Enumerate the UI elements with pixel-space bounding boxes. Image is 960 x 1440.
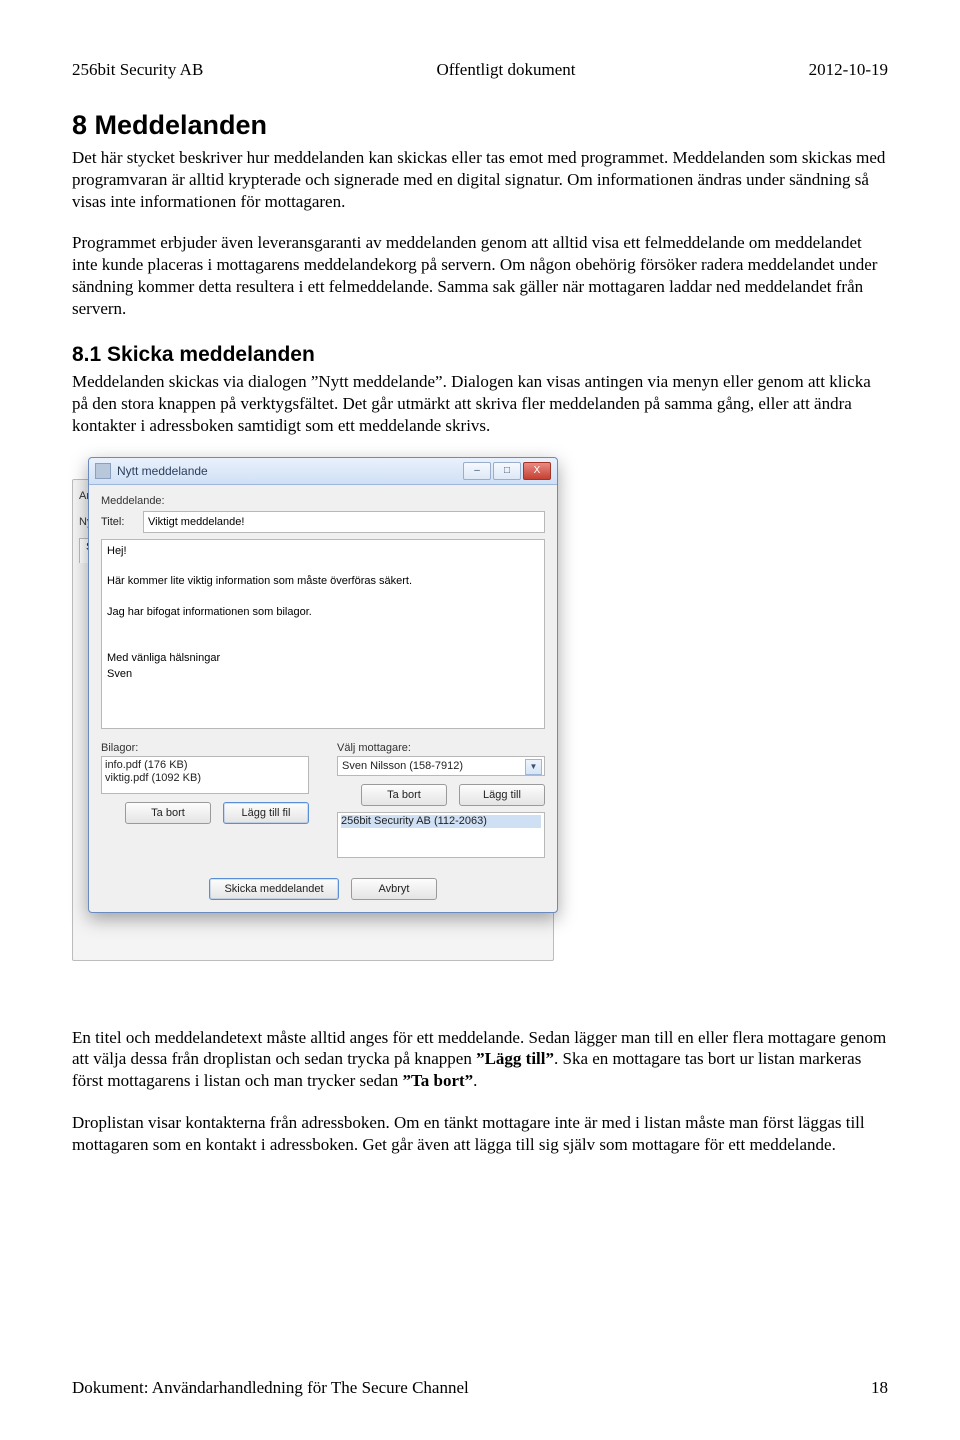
recipients-label: Välj mottagare:	[337, 742, 545, 754]
list-item[interactable]: 256bit Security AB (112-2063)	[341, 815, 541, 828]
heading-1: 8 Meddelanden	[72, 110, 888, 141]
heading-2: 8.1 Skicka meddelanden	[72, 343, 888, 367]
list-item[interactable]: info.pdf (176 KB)	[105, 759, 305, 772]
header-date: 2012-10-19	[809, 60, 888, 80]
send-message-button[interactable]: Skicka meddelandet	[209, 878, 339, 900]
message-body-textarea[interactable]	[101, 539, 545, 729]
text-run-bold: ”Lägg till”	[476, 1049, 554, 1068]
dialog-title: Nytt meddelande	[117, 464, 463, 478]
paragraph: Meddelanden skickas via dialogen ”Nytt m…	[72, 371, 888, 436]
list-item[interactable]: viktig.pdf (1092 KB)	[105, 772, 305, 785]
footer-doc-title: Dokument: Användarhandledning för The Se…	[72, 1378, 469, 1398]
maximize-button[interactable]: □	[493, 462, 521, 480]
remove-attachment-button[interactable]: Ta bort	[125, 802, 211, 824]
recipient-combo[interactable]: Sven Nilsson (158-7912) ▼	[337, 756, 545, 776]
cancel-button[interactable]: Avbryt	[351, 878, 437, 900]
title-input[interactable]	[143, 511, 545, 533]
text-run: .	[473, 1071, 477, 1090]
chevron-down-icon[interactable]: ▼	[525, 759, 542, 775]
new-message-dialog: Nytt meddelande – □ X Meddelande: Titel:	[88, 457, 558, 913]
attachments-listbox[interactable]: info.pdf (176 KB) viktig.pdf (1092 KB)	[101, 756, 309, 794]
text-run-bold: ”Ta bort”	[402, 1071, 473, 1090]
paragraph: Det här stycket beskriver hur meddelande…	[72, 147, 888, 212]
title-label: Titel:	[101, 516, 137, 528]
header-classification: Offentligt dokument	[436, 60, 575, 80]
paragraph: Droplistan visar kontakterna från adress…	[72, 1112, 888, 1156]
dialog-titlebar[interactable]: Nytt meddelande – □ X	[89, 458, 557, 485]
paragraph: Programmet erbjuder även leveransgaranti…	[72, 232, 888, 319]
close-button[interactable]: X	[523, 462, 551, 480]
add-recipient-button[interactable]: Lägg till	[459, 784, 545, 806]
page-footer: Dokument: Användarhandledning för The Se…	[72, 1378, 888, 1398]
paragraph: En titel och meddelandetext måste alltid…	[72, 1027, 888, 1092]
recipients-listbox[interactable]: 256bit Security AB (112-2063)	[337, 812, 545, 858]
remove-recipient-button[interactable]: Ta bort	[361, 784, 447, 806]
add-file-button[interactable]: Lägg till fil	[223, 802, 309, 824]
footer-page-number: 18	[871, 1378, 888, 1398]
attachments-label: Bilagor:	[101, 742, 309, 754]
message-label: Meddelande:	[101, 495, 545, 507]
combo-value: Sven Nilsson (158-7912)	[342, 760, 463, 772]
minimize-button[interactable]: –	[463, 462, 491, 480]
document-page: 256bit Security AB Offentligt dokument 2…	[0, 0, 960, 1440]
header-company: 256bit Security AB	[72, 60, 203, 80]
screenshot-figure: Ar Ny S ttag Nytt meddelande – □ X Medde…	[72, 457, 562, 987]
app-icon	[95, 463, 111, 479]
page-header: 256bit Security AB Offentligt dokument 2…	[72, 60, 888, 80]
